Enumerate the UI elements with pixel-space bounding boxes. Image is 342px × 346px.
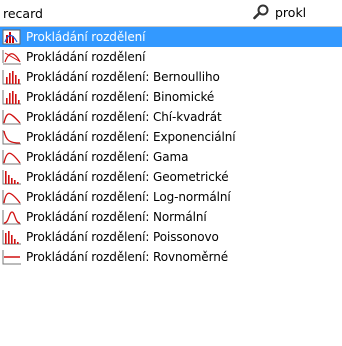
chi-square-curve-icon [2,109,22,125]
list-item-label: Prokládání rozdělení [26,30,146,44]
list-item-label: Prokládání rozdělení: Log-normální [26,190,231,204]
list-item-label: Prokládání rozdělení: Rovnoměrné [26,250,228,264]
list-item-label: Prokládání rozdělení: Geometrické [26,170,229,184]
list-item-label: Prokládání rozdělení [26,50,146,64]
list-item-label: Prokládání rozdělení: Bernoulliho [26,70,220,84]
list-item-label: Prokládání rozdělení: Poissonovo [26,230,219,244]
lognormal-curve-icon [2,189,22,205]
normal-curve-icon [2,209,22,225]
bernoulli-bars-icon [2,69,22,85]
magnifier-icon [253,4,269,20]
uniform-line-icon [2,249,22,265]
list-item[interactable]: Prokládání rozdělení: Exponenciální [0,127,342,147]
list-item-label: Prokládání rozdělení: Chí-kvadrát [26,110,222,124]
exponential-curve-icon [2,129,22,145]
list-item[interactable]: Prokládání rozdělení: Normální [0,207,342,227]
poisson-bars-icon [2,229,22,245]
list-item[interactable]: Prokládání rozdělení [0,27,342,47]
list-item-label: Prokládání rozdělení: Gama [26,150,189,164]
list-item[interactable]: Prokládání rozdělení: Geometrické [0,167,342,187]
list-item-label: Prokládání rozdělení: Exponenciální [26,130,236,144]
list-item[interactable]: Prokládání rozdělení: Binomické [0,87,342,107]
binomial-bars-icon [2,89,22,105]
gamma-curve-icon [2,149,22,165]
results-list: Prokládání rozdělení Prokládání rozdělen… [0,27,342,267]
search-button[interactable]: prokl [253,2,339,22]
search-query-text[interactable]: recard [3,6,43,21]
list-item[interactable]: Prokládání rozdělení: Chí-kvadrát [0,107,342,127]
search-header: recard prokl [0,0,342,27]
distribution-fit-icon [2,29,22,45]
list-item-label: Prokládání rozdělení: Binomické [26,90,215,104]
list-item[interactable]: Prokládání rozdělení [0,47,342,67]
list-item-label: Prokládání rozdělení: Normální [26,210,207,224]
geometric-bars-icon [2,169,22,185]
search-label: prokl [275,4,307,20]
list-item[interactable]: Prokládání rozdělení: Poissonovo [0,227,342,247]
list-item[interactable]: Prokládání rozdělení: Rovnoměrné [0,247,342,267]
scatter-curve-icon [2,49,22,65]
list-item[interactable]: Prokládání rozdělení: Log-normální [0,187,342,207]
list-item[interactable]: Prokládání rozdělení: Gama [0,147,342,167]
list-item[interactable]: Prokládání rozdělení: Bernoulliho [0,67,342,87]
